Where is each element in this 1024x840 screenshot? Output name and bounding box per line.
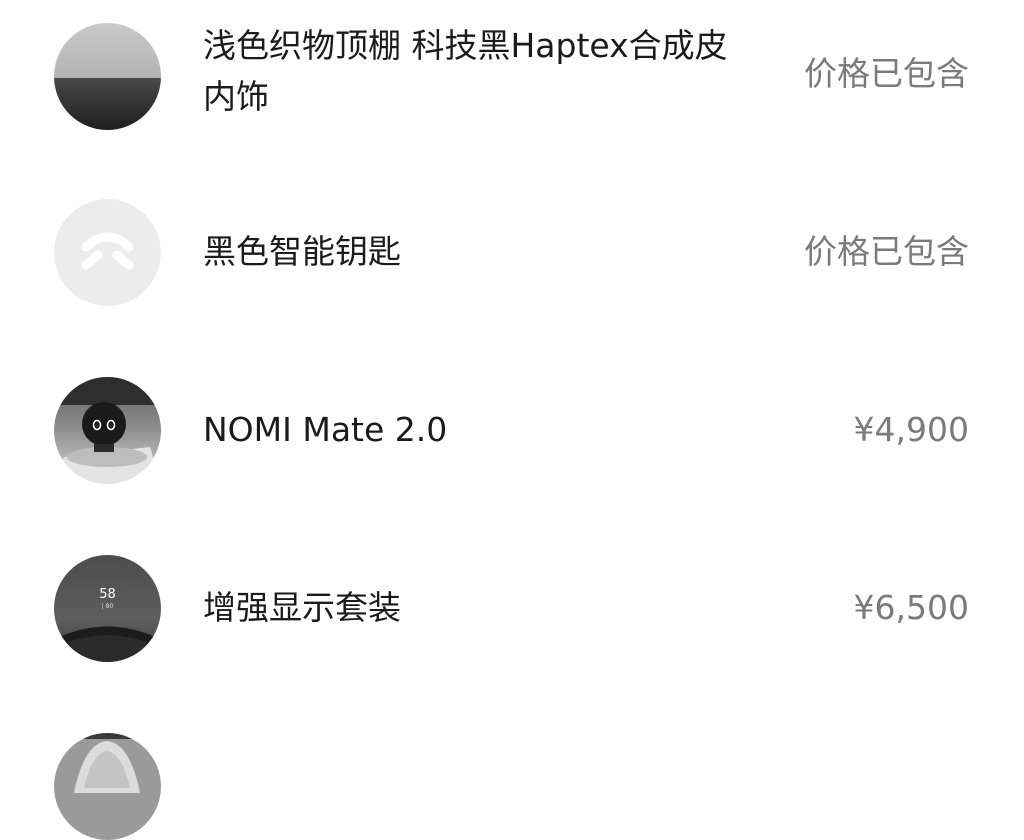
nomi-robot-thumbnail [54, 377, 161, 484]
option-price: ¥6,500 [853, 588, 969, 627]
option-name: 黑色智能钥匙 [203, 232, 401, 271]
seat-thumbnail [54, 733, 161, 840]
option-name: 浅色织物顶棚 科技黑Haptex合成皮内饰 [203, 26, 728, 116]
nio-logo-key-thumbnail [54, 199, 161, 306]
hud-speed: 58 [99, 587, 116, 602]
interior-swatch-thumbnail [54, 23, 161, 130]
option-name: 增强显示套装 [203, 588, 401, 627]
option-price: 价格已包含 [804, 54, 969, 93]
option-price: 价格已包含 [804, 232, 969, 271]
option-price: ¥4,900 [853, 410, 969, 449]
hud-sub: | 80 [102, 603, 114, 610]
hud-display-thumbnail: 58 | 80 [54, 555, 161, 662]
option-name: NOMI Mate 2.0 [203, 410, 448, 449]
